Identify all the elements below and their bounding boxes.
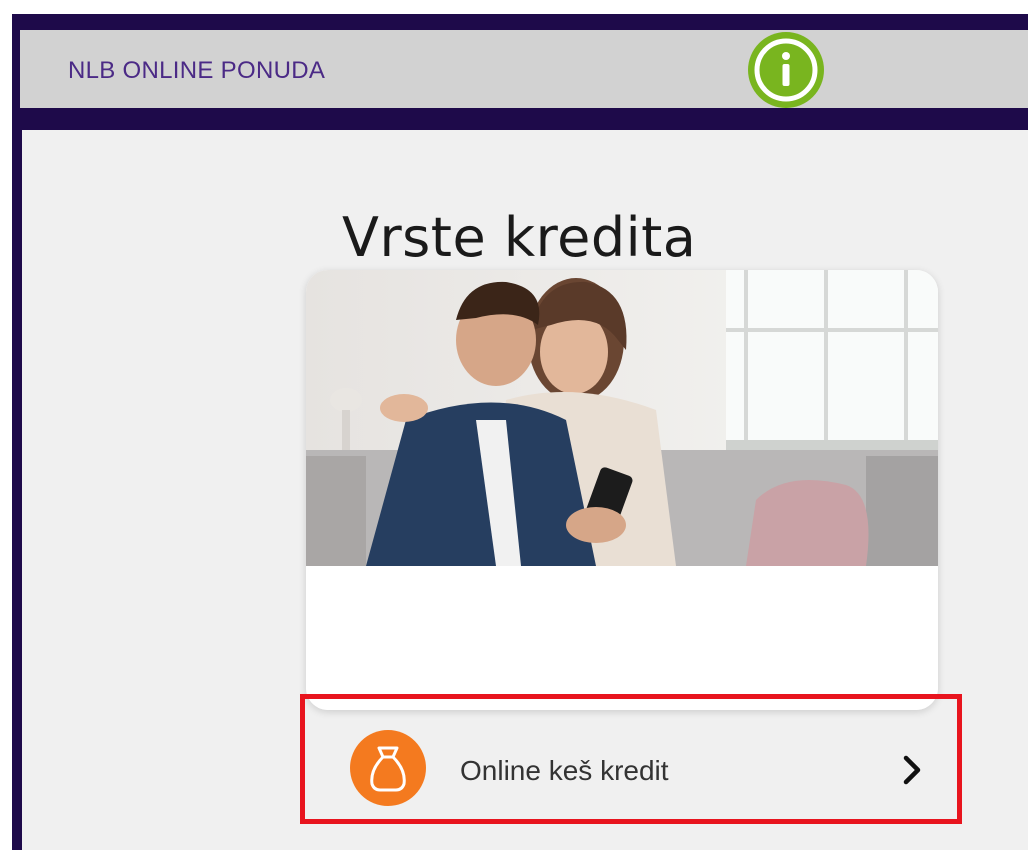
- info-icon[interactable]: [748, 32, 824, 108]
- app-window: NLB ONLINE PONUDA Vrste kredita Online k…: [0, 0, 1028, 850]
- page-title: Vrste kredita: [342, 206, 697, 269]
- credit-card-online-cash[interactable]: [306, 270, 938, 710]
- chevron-right-icon[interactable]: [898, 750, 928, 790]
- money-bag-icon: [350, 730, 426, 806]
- header-title: NLB ONLINE PONUDA: [68, 57, 326, 84]
- online-cash-credit-label: Online keš kredit: [460, 755, 669, 786]
- top-bar: NLB ONLINE PONUDA: [20, 30, 1028, 108]
- card-row[interactable]: [306, 566, 938, 710]
- couple-photo: [306, 270, 938, 566]
